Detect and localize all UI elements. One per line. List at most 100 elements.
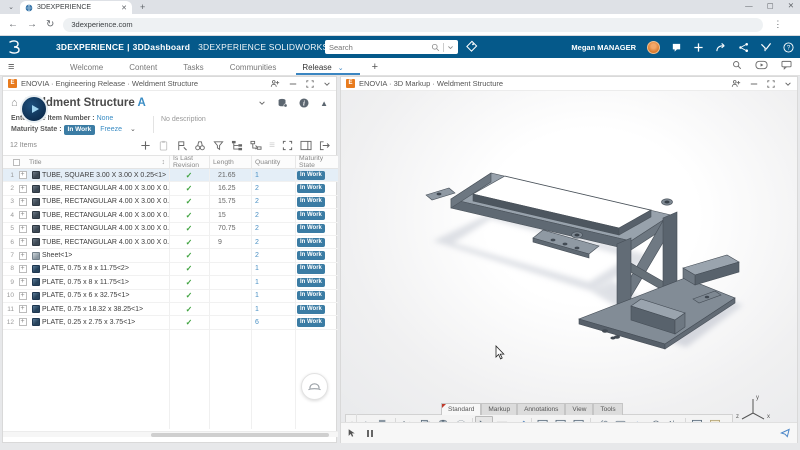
row-title[interactable]: TUBE, RECTANGULAR 4.00 X 3.00 X 0.25<6> (42, 198, 169, 205)
page-search-icon[interactable] (732, 60, 742, 70)
row-expand-cell[interactable]: + (16, 252, 29, 260)
pointer-mode-icon[interactable] (347, 428, 357, 438)
row-quantity[interactable]: 1 (251, 172, 295, 179)
flat-view-icon[interactable] (493, 416, 511, 422)
browser-menu-icon[interactable]: ⋮ (773, 19, 782, 30)
row-expand-cell[interactable]: + (16, 238, 29, 246)
expand-row-icon[interactable]: + (19, 278, 27, 286)
row-quantity[interactable]: 2 (251, 198, 295, 205)
row-title[interactable]: TUBE, RECTANGULAR 4.00 X 3.00 X 0.25<7> (42, 185, 169, 192)
row-expand-cell[interactable]: + (16, 211, 29, 219)
search-icon[interactable] (431, 43, 440, 52)
table-row[interactable]: 4+TUBE, RECTANGULAR 4.00 X 3.00 X 0.25<5… (3, 209, 338, 222)
user-name[interactable]: Megan MANAGER (571, 43, 636, 52)
row-title[interactable]: Sheet<1> (42, 252, 169, 259)
header-quantity[interactable]: Quantity (251, 156, 295, 168)
capture-image-icon[interactable] (534, 416, 552, 422)
expand-structure-icon[interactable] (250, 140, 262, 151)
expand-row-icon[interactable]: + (19, 198, 27, 206)
tab-release[interactable]: Release⌄ (300, 59, 345, 75)
table-row[interactable]: 10+PLATE, 0.75 x 6 x 32.75<1>✓1In Work (3, 290, 338, 303)
table-row[interactable]: 1+TUBE, SQUARE 3.00 X 3.00 X 0.25<1>✓21.… (3, 169, 338, 182)
edit-markup-icon[interactable] (511, 416, 529, 422)
row-expand-cell[interactable]: + (16, 278, 29, 286)
toolbar-collapse-icon[interactable]: ⌃ (348, 414, 357, 422)
find-icon[interactable] (194, 140, 206, 151)
table-row[interactable]: 6+TUBE, RECTANGULAR 4.00 X 3.00 X 0.25<1… (3, 236, 338, 249)
row-title[interactable]: PLATE, 0.75 x 8 x 11.75<1> (42, 279, 169, 286)
row-title[interactable]: PLATE, 0.75 x 18.32 x 38.25<1> (42, 306, 169, 313)
window-close-button[interactable]: ✕ (788, 1, 794, 10)
browser-reload-button[interactable]: ↻ (46, 19, 54, 30)
tab-chevron-icon[interactable]: ⌄ (338, 65, 344, 72)
3dswym-icon[interactable] (760, 42, 772, 53)
image-zoom-icon[interactable] (570, 416, 588, 422)
maturity-freeze-link[interactable]: Freeze (100, 126, 122, 133)
widget-menu-chevron-icon[interactable] (784, 80, 792, 88)
horizontal-scrollbar[interactable] (3, 431, 338, 437)
expand-row-icon[interactable]: + (19, 211, 27, 219)
info-icon[interactable]: i (299, 98, 309, 108)
expand-row-icon[interactable]: + (19, 185, 27, 193)
browser-back-button[interactable]: ← (8, 19, 18, 30)
select-markup-icon[interactable] (475, 416, 493, 422)
add-app-icon[interactable] (693, 42, 704, 53)
render-style-icon[interactable] (375, 416, 393, 422)
search-options-chevron-icon[interactable] (447, 44, 454, 51)
table-row[interactable]: 12+PLATE, 0.25 x 2.75 x 3.75<1>✓6In Work (3, 316, 338, 329)
minimize-widget-icon[interactable] (289, 80, 297, 88)
address-bar[interactable]: 3dexperience.com (63, 18, 763, 32)
save-image-icon[interactable] (688, 416, 706, 422)
tab-content[interactable]: Content (127, 59, 159, 75)
markup-tab-annotations[interactable]: Annotations (517, 403, 565, 415)
table-row[interactable]: 5+TUBE, RECTANGULAR 4.00 X 3.00 X 0.25<4… (3, 223, 338, 236)
tab-close-icon[interactable]: ✕ (121, 4, 127, 12)
assistant-button[interactable] (301, 373, 328, 400)
add-tab-button[interactable]: + (372, 61, 378, 73)
panel-layout-icon[interactable] (300, 140, 312, 151)
browser-tab[interactable]: 3DEXPERIENCE ✕ (20, 1, 132, 14)
row-expand-cell[interactable]: + (16, 171, 29, 179)
image-settings-icon[interactable] (552, 416, 570, 422)
row-quantity[interactable]: 1 (251, 306, 295, 313)
markup-tab-view[interactable]: View (565, 403, 593, 415)
add-item-icon[interactable] (140, 140, 151, 151)
table-row[interactable]: 3+TUBE, RECTANGULAR 4.00 X 3.00 X 0.25<6… (3, 196, 338, 209)
markup-tab-markup[interactable]: Markup (481, 403, 517, 415)
fullscreen-icon[interactable] (282, 140, 293, 151)
row-expand-cell[interactable]: + (16, 198, 29, 206)
row-title[interactable]: TUBE, SQUARE 3.00 X 3.00 X 0.25<1> (42, 172, 169, 179)
markup-tab-standard[interactable]: Standard (441, 403, 481, 415)
header-is-last-revision[interactable]: Is Last Revision (169, 156, 209, 168)
paste-markup-icon[interactable] (434, 416, 452, 422)
row-title[interactable]: TUBE, RECTANGULAR 4.00 X 3.00 X 0.25<5> (42, 212, 169, 219)
header-length[interactable]: Length (209, 156, 251, 168)
row-expand-cell[interactable]: + (16, 292, 29, 300)
expand-row-icon[interactable]: + (19, 265, 27, 273)
connect-icon[interactable] (738, 42, 749, 53)
header-title[interactable]: Title (29, 159, 42, 166)
sort-icon[interactable]: ↕ (162, 159, 166, 166)
browser-forward-button[interactable]: → (27, 19, 37, 30)
select-all-checkbox[interactable] (13, 159, 20, 166)
share-widget-icon[interactable] (270, 79, 280, 88)
item-number-value[interactable]: None (97, 115, 114, 122)
cut-icon[interactable]: ✂ (398, 416, 416, 422)
fly-mode-icon[interactable] (780, 428, 791, 438)
row-expand-cell[interactable]: + (16, 305, 29, 313)
row-quantity[interactable]: 6 (251, 319, 295, 326)
row-title[interactable]: TUBE, RECTANGULAR 4.00 X 3.00 X 0.25<10> (42, 239, 169, 246)
table-row[interactable]: 7+Sheet<1>✓2In Work (3, 249, 338, 262)
expand-row-icon[interactable]: + (19, 292, 27, 300)
chat-icon[interactable] (781, 60, 792, 70)
structure-tree-icon[interactable] (231, 140, 243, 151)
filter-icon[interactable] (213, 140, 224, 151)
spotlight-icon[interactable]: ⊙ (647, 416, 665, 422)
table-row[interactable]: 2+TUBE, RECTANGULAR 4.00 X 3.00 X 0.25<7… (3, 182, 338, 195)
row-title[interactable]: PLATE, 0.75 x 8 x 11.75<2> (42, 265, 169, 272)
pause-icon[interactable] (367, 430, 373, 437)
expand-row-icon[interactable]: + (19, 252, 27, 260)
row-expand-cell[interactable]: + (16, 318, 29, 326)
attach-icon[interactable] (593, 416, 611, 422)
tab-communities[interactable]: Communities (228, 59, 279, 75)
